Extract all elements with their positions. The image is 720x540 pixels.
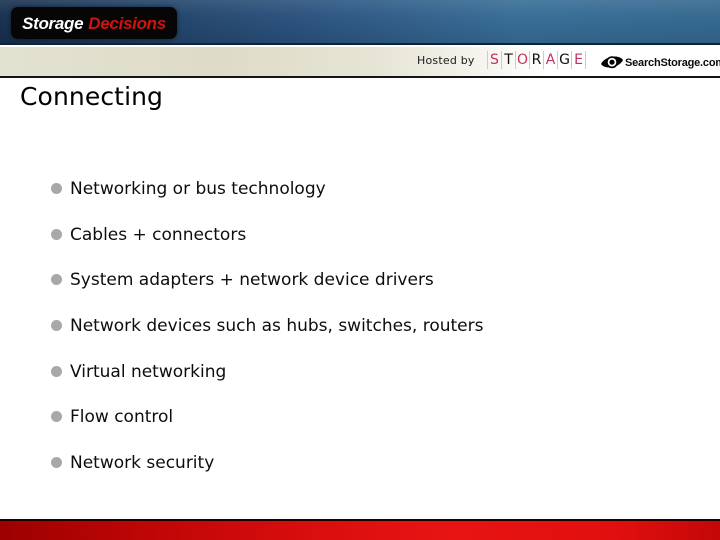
bullet-dot-icon xyxy=(51,457,62,469)
list-item: Networking or bus technology xyxy=(50,178,710,224)
bullet-list: Networking or bus technology Cables + co… xyxy=(50,178,710,498)
wordmark-letter-g: G xyxy=(558,51,572,69)
bullet-dot-icon xyxy=(51,365,62,377)
list-item-label: Cables + connectors xyxy=(70,224,247,245)
wordmark-letter-r: R xyxy=(530,51,544,69)
list-item-label: Networking or bus technology xyxy=(70,179,326,199)
hosted-by-label: Hosted by xyxy=(417,54,475,67)
storage-magazine-wordmark: S T O R A G E xyxy=(487,51,586,69)
top-banner: Storage Decisions xyxy=(0,0,720,45)
searchstorage-label: SearchStorage.com xyxy=(625,57,720,69)
bullet-dot-icon xyxy=(51,411,62,423)
list-item: Network security xyxy=(50,452,710,498)
wordmark-letter-s: S xyxy=(487,51,502,69)
list-item: Network devices such as hubs, switches, … xyxy=(50,315,710,361)
storage-decisions-logo: Storage Decisions xyxy=(11,7,177,39)
list-item: Cables + connectors xyxy=(50,224,710,270)
searchstorage-logo: SearchStorage.com xyxy=(600,52,720,74)
list-item-label: Virtual networking xyxy=(70,361,227,382)
list-item-label: Network security xyxy=(70,453,215,474)
wordmark-letter-e: E xyxy=(572,51,586,69)
bullet-dot-icon xyxy=(51,274,62,286)
list-item: Virtual networking xyxy=(50,361,710,407)
wordmark-letter-t: T xyxy=(502,51,516,69)
list-item-label: System adapters + network device drivers xyxy=(70,270,434,291)
wordmark-letter-a: A xyxy=(544,51,558,69)
bullet-dot-icon xyxy=(51,183,62,194)
footer-accent-bar xyxy=(0,519,720,540)
sponsor-strip: Hosted by S T O R A G E SearchStorage.co… xyxy=(0,47,720,78)
bullet-dot-icon xyxy=(51,228,62,240)
eye-icon xyxy=(600,53,624,73)
list-item: Flow control xyxy=(50,406,710,452)
list-item-label: Network devices such as hubs, switches, … xyxy=(70,316,484,337)
bullet-dot-icon xyxy=(51,320,62,332)
wordmark-letter-o: O xyxy=(516,51,530,69)
list-item-label: Flow control xyxy=(70,407,174,428)
logo-word-decisions: Decisions xyxy=(88,13,166,33)
page-title: Connecting xyxy=(20,82,164,111)
logo-word-storage: Storage xyxy=(22,13,84,33)
list-item: System adapters + network device drivers xyxy=(50,269,710,315)
